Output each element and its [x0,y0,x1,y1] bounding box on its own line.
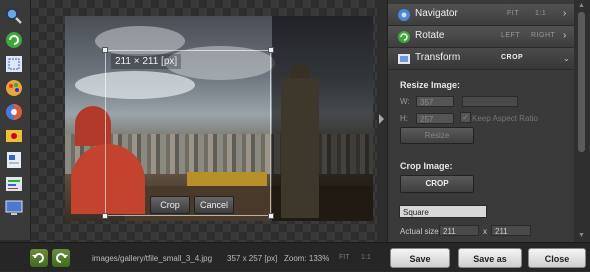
close-button[interactable]: Close [528,248,586,268]
resize-button[interactable]: Resize [400,127,474,144]
cancel-button[interactable]: Cancel [194,196,234,214]
fit-button[interactable]: FIT [339,254,350,261]
image-icon[interactable] [4,126,24,146]
collapse-arrow-icon[interactable] [379,114,384,124]
crop-handle-top-left[interactable] [102,47,108,53]
save-as-button[interactable]: Save as [458,248,522,268]
navigator-icon [398,9,410,21]
scroll-thumb[interactable] [578,12,585,152]
navigator-one-to-one[interactable]: 1:1 [535,10,546,17]
color-wheel-icon[interactable] [4,102,24,122]
one-to-one-button[interactable]: 1:1 [361,254,371,261]
resize-button-label: Resize [424,131,450,140]
crop-selection[interactable] [105,50,271,216]
crop-shape-select[interactable]: Square [399,205,487,218]
crop-apply-label: CROP [425,179,449,188]
navigator-fit[interactable]: FIT [507,10,519,17]
crop-apply-button[interactable]: CROP [400,175,474,193]
actual-size-label: Actual size: [400,227,441,236]
height-field[interactable]: 257 [416,113,454,124]
document-icon[interactable] [4,150,24,170]
accordion-rotate[interactable]: Rotate LEFT RIGHT › [388,26,574,48]
left-toolbar [0,0,31,240]
image-dimensions: 357 x 257 [px] [227,254,278,263]
status-bar: images/gallery/tfile_small_3_4.jpg 357 x… [0,242,590,271]
paint-icon[interactable] [4,78,24,98]
redo-icon[interactable] [52,249,70,267]
rotate-right[interactable]: RIGHT [531,32,555,39]
transform-title: Transform [415,52,461,63]
navigator-title: Navigator [415,8,458,19]
crop-handle-top-right[interactable] [268,47,274,53]
chevron-right-icon: › [563,30,567,41]
chevron-down-icon: ⌄ [563,54,570,63]
crop-handle-bottom-right[interactable] [268,213,274,219]
file-path: images/gallery/tfile_small_3_4.jpg [92,254,213,263]
times-label: x [483,227,487,236]
width-field[interactable]: 357 [416,96,454,107]
keep-ratio-checkbox[interactable]: ✓ [460,112,471,123]
crop-size-badge: 211 × 211 [px] [111,54,182,69]
crop-outside-overlay [272,16,373,221]
crop-icon[interactable] [4,54,24,74]
transform-icon [398,54,410,64]
crop-width-field[interactable]: 211 [439,225,479,236]
crop-button[interactable]: Crop [150,196,190,214]
keep-ratio-label: Keep Aspect Ratio [472,114,538,123]
image-canvas[interactable]: 211 × 211 [px] Crop Cancel [31,0,377,242]
chevron-right-icon: › [563,8,567,19]
adjust-icon[interactable] [4,174,24,194]
panel-scrollbar[interactable]: ▲ ▼ [574,0,590,242]
scroll-up-icon[interactable]: ▲ [578,2,585,9]
height-label: H: [400,114,408,123]
accordion-transform[interactable]: Transform CROP ⌄ [388,48,574,70]
rotate-icon[interactable] [4,30,24,50]
zoom-level: Zoom: 133% [284,254,330,263]
save-button[interactable]: Save [390,248,450,268]
display-icon[interactable] [4,198,24,218]
rotate-panel-icon [398,31,410,43]
rotate-title: Rotate [415,30,445,41]
rotate-left[interactable]: LEFT [501,32,520,39]
scroll-down-icon[interactable]: ▼ [578,232,585,239]
crop-height-field[interactable]: 211 [491,225,531,236]
width-label: W: [400,97,410,106]
undo-icon[interactable] [30,249,48,267]
accordion-navigator[interactable]: Navigator FIT 1:1 › [388,4,574,26]
zoom-icon[interactable] [4,6,24,26]
crop-handle-bottom-left[interactable] [102,213,108,219]
resize-heading: Resize Image: [400,80,461,90]
panel-splitter[interactable] [377,0,387,242]
resize-unit-select[interactable] [462,96,518,107]
crop-heading: Crop Image: [400,161,453,171]
right-panel: Navigator FIT 1:1 › Rotate LEFT RIGHT › … [387,0,574,242]
transform-crop-tag: CROP [501,54,524,61]
